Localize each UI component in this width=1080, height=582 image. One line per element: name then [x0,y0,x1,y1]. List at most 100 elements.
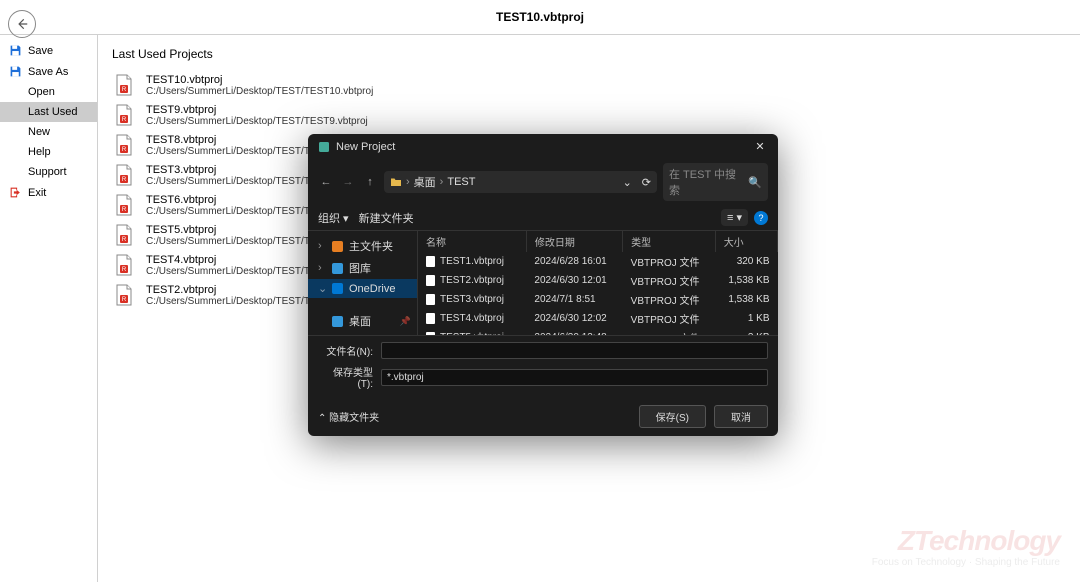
close-button[interactable]: ✕ [752,140,768,153]
sidebar-item-last-used[interactable]: Last Used [0,102,97,122]
filetype-label: 保存类型(T): [318,364,373,390]
hide-folders-toggle[interactable]: ⌃ 隐藏文件夹 [318,409,379,424]
path-bar[interactable]: › 桌面 › TEST ⌄ ⟳ [384,171,657,193]
help-button[interactable]: ? [754,211,768,225]
sidebar-item-label: Exit [28,187,46,199]
svg-text:R: R [122,177,127,183]
svg-text:R: R [122,297,127,303]
project-file-icon: R [112,193,136,217]
sidebar-item-label: Support [28,166,67,178]
sidebar-item-save-as[interactable]: Save As [0,61,97,82]
chevron-right-icon: › [440,176,444,188]
back-button[interactable] [8,10,36,38]
file-list: 名称 修改日期 类型 大小 TEST1.vbtproj2024/6/28 16:… [418,231,778,335]
page-title: TEST10.vbtproj [496,10,584,24]
sidebar: Save Save As Open Last Used New Help Support Ex… [0,35,98,582]
sidebar-item-support[interactable]: Support [0,162,97,182]
new-project-dialog: New Project ✕ ← → ↑ › 桌面 › TEST ⌄ ⟳ 在 TE… [308,134,778,436]
dlg-side-0[interactable]: ›主文件夹 [308,235,417,257]
refresh-button[interactable]: ⟳ [642,176,651,189]
chevron-right-icon: › [318,262,326,274]
sidebar-item-exit[interactable]: Exit [0,182,97,203]
dialog-sidebar: ›主文件夹›图库⌄OneDrive桌面📌下载📌文档📌图片📌音乐📌视频📌 [308,231,418,335]
project-file-icon: R [112,163,136,187]
exit-icon [9,186,22,199]
file-row[interactable]: TEST4.vbtproj2024/6/30 12:02VBTPROJ 文件1 … [418,309,778,328]
chevron-right-icon: › [318,240,326,252]
project-name: TEST10.vbtproj [146,74,373,86]
folder-color-icon [332,263,343,274]
file-row[interactable]: TEST1.vbtproj2024/6/28 16:01VBTPROJ 文件32… [418,252,778,271]
nav-back-button[interactable]: ← [318,174,334,190]
sidebar-item-save[interactable]: Save [0,40,97,61]
col-type[interactable]: 类型 [623,231,716,252]
project-file-icon: R [112,283,136,307]
chevron-right-icon: ⌄ [318,282,326,295]
dlg-side-label: 图库 [349,260,371,276]
dlg-side-1[interactable]: › 图库 [308,257,417,279]
dialog-titlebar: New Project ✕ [308,134,778,159]
folder-color-icon [332,283,343,294]
file-row[interactable]: TEST3.vbtproj2024/7/1 8:51VBTPROJ 文件1,53… [418,290,778,309]
file-row[interactable]: TEST2.vbtproj2024/6/30 12:01VBTPROJ 文件1,… [418,271,778,290]
file-icon [426,275,435,286]
project-file-icon: R [112,73,136,97]
path-seg-desktop[interactable]: 桌面 [414,174,436,190]
svg-text:R: R [122,237,127,243]
main-heading: Last Used Projects [112,47,1066,61]
view-mode-button[interactable]: ≡ ▾ [721,209,748,226]
sidebar-item-label: Save [28,45,53,57]
project-item[interactable]: R TEST10.vbtprojC:/Users/SummerLi/Desktop… [112,73,1066,97]
dlg-side-4[interactable]: 下载📌 [308,332,417,335]
dlg-side-3[interactable]: 桌面 📌 [308,310,417,332]
sidebar-item-new[interactable]: New [0,122,97,142]
project-file-icon: R [112,103,136,127]
save-icon [9,65,22,78]
col-date[interactable]: 修改日期 [526,231,622,252]
save-icon [9,44,22,57]
project-file-icon: R [112,133,136,157]
svg-text:R: R [122,207,127,213]
dlg-side-2[interactable]: ⌄ OneDrive [308,279,417,298]
path-seg-test[interactable]: TEST [447,176,475,188]
filename-input[interactable] [381,342,768,359]
chevron-right-icon: › [406,176,410,188]
dlg-side-label: 桌面 [349,313,371,329]
svg-text:R: R [122,87,127,93]
save-button[interactable]: 保存(S) [639,405,706,428]
search-placeholder: 在 TEST 中搜索 [669,166,744,198]
chevron-down-icon: ⌃ [318,413,326,424]
sidebar-item-label: Last Used [28,106,78,118]
folder-color-icon [332,316,343,327]
sidebar-item-label: Help [28,146,51,158]
pin-icon: 📌 [400,316,411,327]
path-dropdown-button[interactable]: ⌄ [623,176,632,189]
organize-button[interactable]: 组织 ▾ [318,210,349,226]
project-path: C:/Users/SummerLi/Desktop/TEST/TEST9.vbt… [146,116,368,127]
folder-color-icon [332,241,343,252]
col-name[interactable]: 名称 [418,231,526,252]
sidebar-item-open[interactable]: Open [0,82,97,102]
sidebar-item-label: Save As [28,66,68,78]
file-icon [426,256,435,267]
nav-forward-button[interactable]: → [340,174,356,190]
new-folder-button[interactable]: 新建文件夹 [359,210,414,226]
app-icon [318,141,330,153]
dialog-nav: ← → ↑ › 桌面 › TEST ⌄ ⟳ 在 TEST 中搜索 🔍 [308,159,778,205]
sidebar-item-help[interactable]: Help [0,142,97,162]
filetype-select[interactable]: *.vbtproj [381,369,768,386]
file-row[interactable]: TEST5.vbtproj2024/6/30 13:48VBTPROJ 文件3 … [418,328,778,335]
project-item[interactable]: R TEST9.vbtprojC:/Users/SummerLi/Desktop/… [112,103,1066,127]
project-path: C:/Users/SummerLi/Desktop/TEST/TEST10.vb… [146,86,373,97]
file-icon [426,294,435,305]
project-file-icon: R [112,223,136,247]
nav-up-button[interactable]: ↑ [362,174,378,190]
dlg-side-label: OneDrive [349,283,395,295]
dialog-title: New Project [336,141,395,153]
cancel-button[interactable]: 取消 [714,405,768,428]
col-size[interactable]: 大小 [715,231,777,252]
search-input[interactable]: 在 TEST 中搜索 🔍 [663,163,768,201]
project-name: TEST9.vbtproj [146,104,368,116]
file-icon [426,313,435,324]
arrow-left-icon [15,17,29,31]
